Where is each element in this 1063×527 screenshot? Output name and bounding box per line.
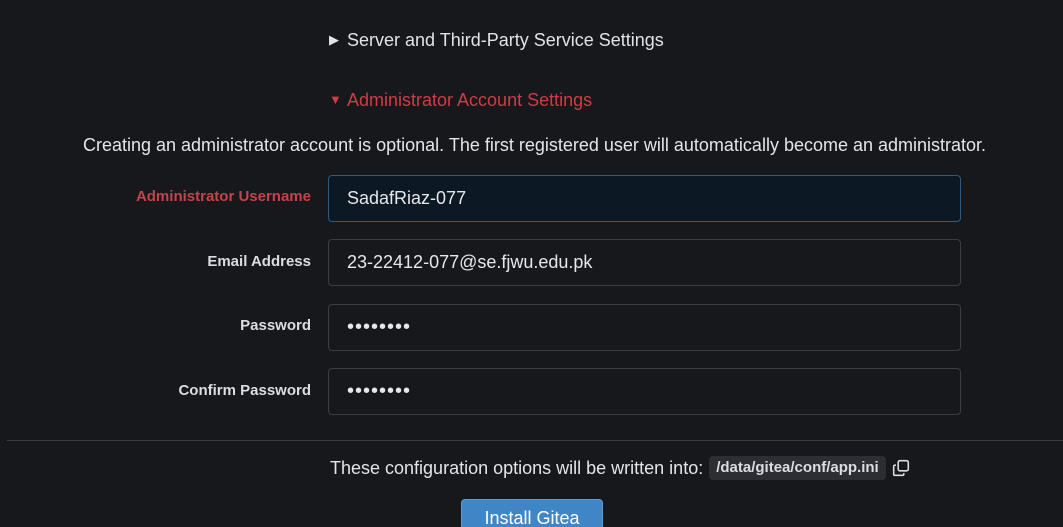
server-settings-label: Server and Third-Party Service Settings bbox=[347, 30, 664, 50]
config-note-text: These configuration options will be writ… bbox=[330, 458, 704, 478]
config-file-path: /data/gitea/conf/app.ini bbox=[709, 456, 886, 480]
admin-email-input[interactable] bbox=[328, 239, 961, 286]
section-divider bbox=[7, 440, 1063, 441]
admin-intro-text: Creating an administrator account is opt… bbox=[82, 135, 987, 155]
admin-settings-label: Administrator Account Settings bbox=[347, 90, 593, 110]
email-label: Email Address bbox=[207, 253, 311, 270]
admin-password-input[interactable] bbox=[328, 304, 961, 351]
config-note: These configuration options will be writ… bbox=[330, 456, 911, 480]
caret-down-icon: ▼ bbox=[329, 92, 342, 107]
server-settings-toggle[interactable]: ▶ Server and Third-Party Service Setting… bbox=[329, 28, 664, 52]
password-label: Password bbox=[240, 317, 311, 334]
admin-settings-toggle[interactable]: ▼ Administrator Account Settings bbox=[329, 88, 592, 112]
username-label: Administrator Username bbox=[135, 188, 311, 205]
caret-right-icon: ▶ bbox=[329, 32, 339, 47]
install-gitea-button[interactable]: Install Gitea bbox=[461, 499, 603, 527]
copy-icon[interactable] bbox=[891, 458, 911, 478]
admin-username-input[interactable] bbox=[328, 175, 961, 222]
install-page: ▶ Server and Third-Party Service Setting… bbox=[0, 0, 1063, 527]
confirm-password-label: Confirm Password bbox=[178, 382, 311, 399]
admin-confirm-password-input[interactable] bbox=[328, 368, 961, 415]
